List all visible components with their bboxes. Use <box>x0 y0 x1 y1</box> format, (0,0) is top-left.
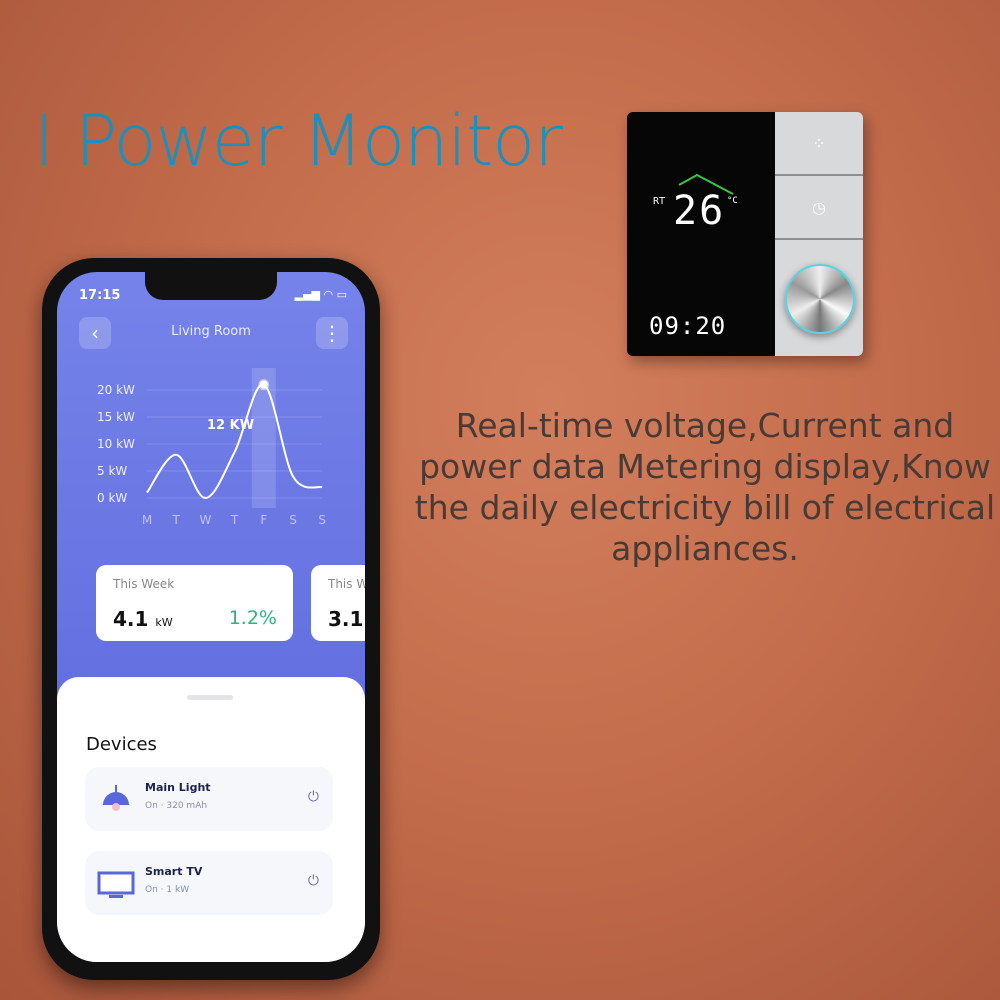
status-icons: ▂▄▆ ◠ ▭ <box>294 288 347 301</box>
more-button[interactable]: ⋮ <box>316 317 348 349</box>
status-time: 17:15 <box>79 288 121 303</box>
card-label: This W <box>328 577 365 591</box>
x-tick-label: W <box>199 513 211 527</box>
week-card[interactable]: This Week 4.1 kW 1.2% <box>96 565 293 641</box>
thermostat-panel: RT 26 °C 09:20 ⁘ ◷ <box>627 112 863 356</box>
chart-annotation: 12 KW <box>207 418 254 433</box>
notch <box>145 272 277 300</box>
week-card-2[interactable]: This W 3.1 <box>311 565 365 641</box>
x-tick-label: S <box>289 513 297 527</box>
card-value: 3.1 <box>328 607 364 631</box>
rt-label: RT <box>653 196 666 207</box>
card-value: 4.1 kW <box>113 607 173 631</box>
device-item[interactable]: Smart TV On · 1 kW ⏻ <box>85 851 333 915</box>
mode-button[interactable]: ⁘ <box>775 112 863 176</box>
description: Real-time voltage,Current and power data… <box>414 406 996 568</box>
headline: I Power Monitor <box>34 100 563 182</box>
power-chart: 20 kW 15 kW 10 kW 5 kW 0 kW 12 KW M T W T F S S <box>97 368 326 527</box>
clock-readout: 09:20 <box>649 312 727 340</box>
phone: 17:15 ▂▄▆ ◠ ▭ ‹ Living Room ⋮ 20 kW 15 kW… <box>42 258 380 980</box>
card-change: 1.2% <box>228 607 277 629</box>
temperature-knob[interactable] <box>785 264 855 334</box>
devices-sheet: Devices Main Light On · 320 mAh ⏻ Smart … <box>57 677 365 962</box>
y-tick-label: 15 kW <box>97 410 135 424</box>
temperature-readout: 26 <box>673 188 726 234</box>
y-tick-label: 10 kW <box>97 437 135 451</box>
y-tick-label: 0 kW <box>97 491 127 505</box>
x-tick-label: T <box>172 513 181 527</box>
y-tick-label: 20 kW <box>97 383 135 397</box>
lamp-icon <box>103 785 129 811</box>
more-vertical-icon: ⋮ <box>322 321 342 345</box>
peak-point <box>258 379 270 391</box>
clock-icon: ◷ <box>812 197 826 217</box>
thermostat-display: RT 26 °C 09:20 <box>627 112 775 356</box>
x-tick-label: S <box>318 513 326 527</box>
power-icon[interactable]: ⏻ <box>308 789 319 805</box>
temperature-unit: °C <box>727 196 738 206</box>
power-icon[interactable]: ⏻ <box>308 873 319 889</box>
drag-handle[interactable] <box>187 695 233 700</box>
devices-title: Devices <box>86 734 157 755</box>
card-label: This Week <box>113 577 175 591</box>
y-tick-label: 5 kW <box>97 464 127 478</box>
phone-screen: 17:15 ▂▄▆ ◠ ▭ ‹ Living Room ⋮ 20 kW 15 kW… <box>57 272 365 962</box>
x-tick-label: F <box>260 513 267 527</box>
grid-icon: ⁘ <box>812 133 826 153</box>
tv-icon <box>97 871 135 898</box>
device-item[interactable]: Main Light On · 320 mAh ⏻ <box>85 767 333 831</box>
x-tick-label: M <box>142 513 152 527</box>
x-tick-label: T <box>230 513 239 527</box>
timer-button[interactable]: ◷ <box>775 176 863 240</box>
power-line <box>146 383 323 500</box>
